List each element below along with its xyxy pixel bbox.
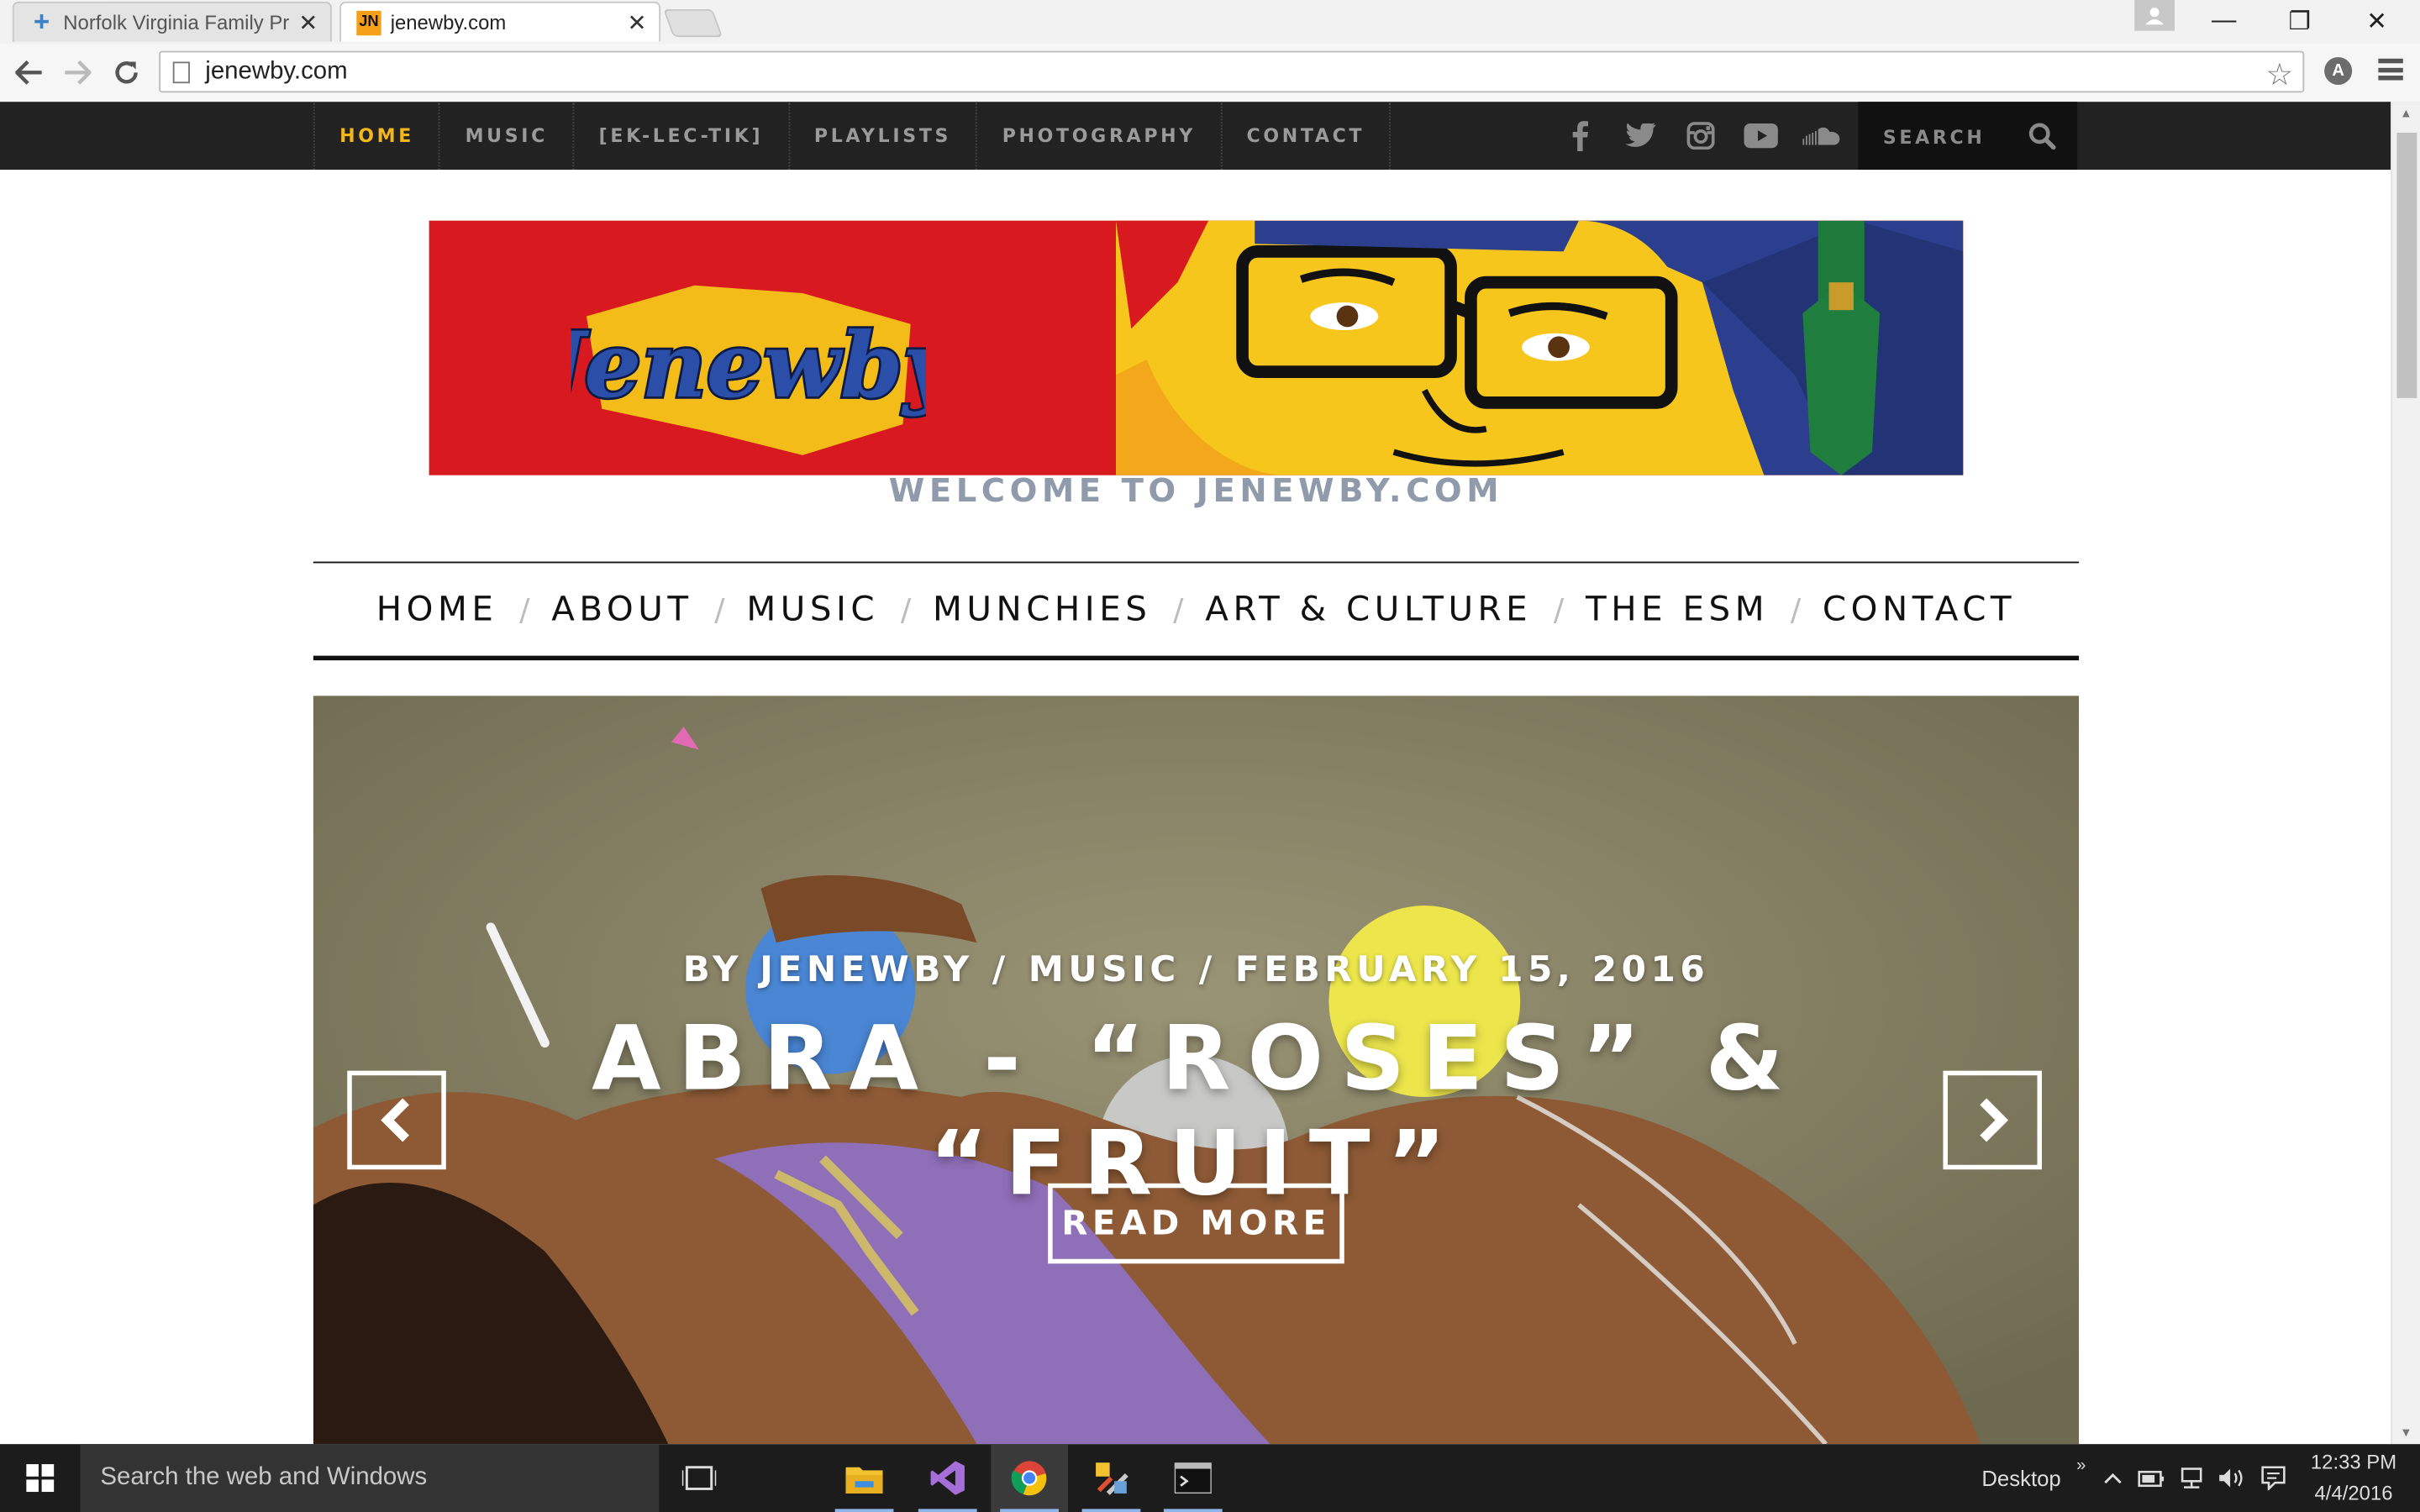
reload-icon[interactable] xyxy=(109,55,143,89)
battery-icon[interactable] xyxy=(2132,1444,2172,1512)
main-navigation: HOME / ABOUT / MUSIC / MUNCHIES / ART & … xyxy=(313,561,2080,661)
scroll-down-arrow-icon[interactable]: ▼ xyxy=(2400,1425,2412,1440)
network-icon[interactable] xyxy=(2171,1444,2212,1512)
slide-category[interactable]: MUSIC xyxy=(1028,950,1181,990)
browser-toolbar: jenewby.com ☆ xyxy=(0,43,2420,104)
youtube-icon[interactable] xyxy=(1732,102,1791,170)
meta-separator: / xyxy=(992,950,1010,991)
desktop-label: Desktop xyxy=(1981,1465,2061,1491)
read-more-button[interactable]: READ MORE xyxy=(1048,1183,1344,1264)
nav-separator: / xyxy=(1553,591,1565,628)
tab-title: Norfolk Virginia Family Pr xyxy=(63,10,290,34)
chrome-menu-icon[interactable] xyxy=(2378,58,2403,81)
mainnav-art-culture[interactable]: ART & CULTURE xyxy=(1205,591,1532,629)
close-icon[interactable]: ✕ xyxy=(627,8,646,36)
search-icon[interactable] xyxy=(2028,122,2056,150)
mainnav-munchies[interactable]: MUNCHIES xyxy=(933,591,1151,629)
plus-icon: + xyxy=(33,6,50,38)
meta-separator: / xyxy=(1198,950,1217,991)
clock-time: 12:33 PM xyxy=(2310,1450,2397,1474)
taskbar-clock[interactable]: 12:33 PM 4/4/2016 xyxy=(2306,1447,2402,1509)
close-icon[interactable]: ✕ xyxy=(298,8,318,36)
site-tagline: WELCOME TO JENEWBY.COM xyxy=(888,472,1504,510)
new-tab-button[interactable] xyxy=(663,9,723,38)
topnav-eklectik[interactable]: [EK-LEC-TIK] xyxy=(572,102,787,171)
windows-taskbar: Search the web and Windows Desktop » 12:… xyxy=(0,1444,2420,1512)
site-search-input[interactable] xyxy=(1880,120,2025,155)
chevron-up-icon[interactable] xyxy=(2093,1444,2133,1512)
chrome-icon[interactable] xyxy=(991,1444,1069,1512)
header-banner[interactable]: Jenewby xyxy=(429,220,1964,475)
facebook-icon[interactable] xyxy=(1551,102,1610,170)
mainnav-music[interactable]: MUSIC xyxy=(746,591,879,629)
bookmark-star-icon[interactable]: ☆ xyxy=(2265,55,2293,94)
restore-icon[interactable]: ❐ xyxy=(2263,0,2337,43)
taskbar-search-placeholder: Search the web and Windows xyxy=(100,1464,428,1491)
taskbar-search-box[interactable]: Search the web and Windows xyxy=(80,1444,660,1512)
file-explorer-icon[interactable] xyxy=(826,1444,903,1512)
instagram-icon[interactable] xyxy=(1671,102,1730,170)
url-text: jenewby.com xyxy=(205,57,348,85)
mainnav-about[interactable]: ABOUT xyxy=(551,591,692,629)
volume-icon[interactable] xyxy=(2212,1444,2252,1512)
browser-tabstrip: + Norfolk Virginia Family Pr ✕ JN jenewb… xyxy=(0,0,2420,45)
tab-title: jenewby.com xyxy=(390,10,507,34)
nav-separator: / xyxy=(1790,591,1802,628)
mainnav-contact[interactable]: CONTACT xyxy=(1823,591,2016,629)
desktop-toolbar[interactable]: Desktop » xyxy=(1981,1444,2086,1512)
toolbar-expand-icon[interactable]: » xyxy=(2076,1457,2086,1475)
nav-separator: / xyxy=(1173,591,1184,628)
jenewby-favicon: JN xyxy=(356,9,381,35)
action-center-icon[interactable] xyxy=(2254,1444,2294,1512)
extension-icon[interactable]: A xyxy=(2324,56,2353,86)
nav-separator: / xyxy=(714,591,725,628)
topnav-music[interactable]: MUSIC xyxy=(439,102,572,171)
illustration-portrait xyxy=(1115,220,1964,475)
forward-arrow-icon[interactable] xyxy=(60,55,94,89)
topnav-contact[interactable]: CONTACT xyxy=(1220,102,1392,171)
twitter-icon[interactable] xyxy=(1612,102,1670,170)
profile-icon[interactable] xyxy=(2134,0,2175,31)
windows-start-icon[interactable] xyxy=(0,1444,81,1512)
topnav-photography[interactable]: PHOTOGRAPHY xyxy=(976,102,1220,171)
slide-meta: BY JENEWBY / MUSIC / FEBRUARY 15, 2016 xyxy=(313,950,2079,990)
page-scrollbar[interactable]: ▲ ▼ xyxy=(2391,102,2420,1445)
browser-tab[interactable]: + Norfolk Virginia Family Pr ✕ xyxy=(12,1,332,42)
page-icon xyxy=(172,60,190,83)
clock-date: 4/4/2016 xyxy=(2314,1481,2393,1504)
jenewby-logo: Jenewby xyxy=(571,285,926,455)
logo-text: Jenewby xyxy=(571,313,926,418)
minimize-icon[interactable]: — xyxy=(2187,0,2261,43)
scrollbar-thumb[interactable] xyxy=(2396,132,2417,398)
top-menu: HOME MUSIC [EK-LEC-TIK] PLAYLISTS PHOTOG… xyxy=(313,102,1392,171)
topnav-home[interactable]: HOME xyxy=(313,102,439,171)
command-prompt-icon[interactable] xyxy=(1155,1444,1232,1512)
mainnav-home[interactable]: HOME xyxy=(376,591,498,629)
nav-separator: / xyxy=(519,591,530,628)
slide-date: FEBRUARY 15, 2016 xyxy=(1234,950,1710,991)
back-arrow-icon[interactable] xyxy=(13,55,46,89)
site-topbar: HOME MUSIC [EK-LEC-TIK] PLAYLISTS PHOTOG… xyxy=(0,102,2391,171)
window-close-icon[interactable]: ✕ xyxy=(2339,0,2413,43)
tools-app-icon[interactable] xyxy=(1073,1444,1150,1512)
slide-author[interactable]: BY JENEWBY xyxy=(683,950,974,990)
address-bar[interactable]: jenewby.com ☆ xyxy=(159,50,2305,94)
mainnav-the-esm[interactable]: THE ESM xyxy=(1586,591,1769,629)
site-search xyxy=(1858,102,2078,171)
browser-tab-active[interactable]: JN jenewby.com ✕ xyxy=(339,1,661,42)
nav-separator: / xyxy=(900,591,912,628)
topnav-playlists[interactable]: PLAYLISTS xyxy=(787,102,976,171)
task-view-icon[interactable] xyxy=(660,1444,738,1512)
visual-studio-icon[interactable] xyxy=(909,1444,986,1512)
scroll-up-arrow-icon[interactable]: ▲ xyxy=(2400,107,2412,121)
soundcloud-icon[interactable] xyxy=(1791,102,1850,170)
